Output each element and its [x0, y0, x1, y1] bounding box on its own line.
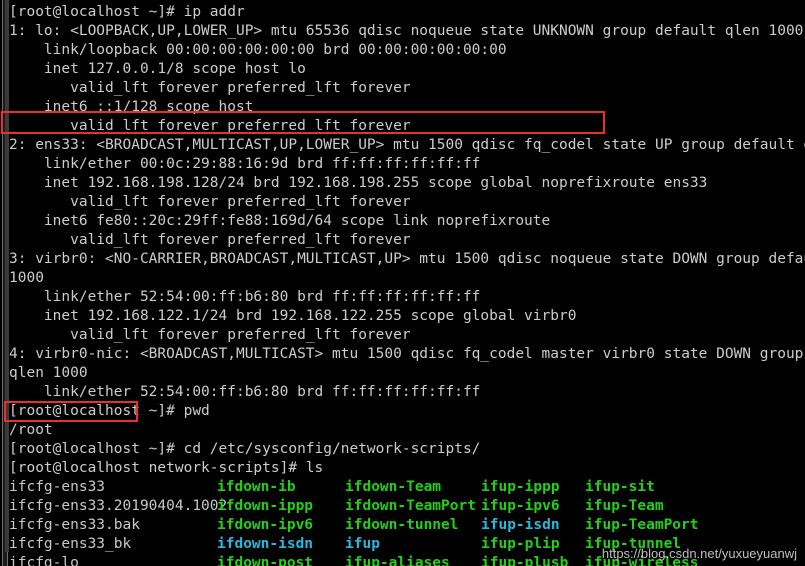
ls-entry: ifdown-TeamPort — [345, 498, 476, 514]
terminal-line: link/loopback 00:00:00:00:00:00 brd 00:0… — [9, 42, 507, 58]
ls-entry: ifup-isdn — [481, 517, 560, 533]
ls-entry: ifdown-ippp — [217, 498, 314, 514]
terminal-line: inet 192.168.198.128/24 brd 192.168.198.… — [9, 175, 708, 191]
scrollbar-track[interactable] — [2, 0, 9, 566]
terminal-line: inet6 fe80::20c:29ff:fe88:169d/64 scope … — [9, 213, 551, 229]
terminal-line: inet 127.0.0.1/8 scope host lo — [9, 61, 306, 77]
terminal-line: valid_lft forever preferred_lft forever — [9, 327, 411, 343]
ls-entry: ifcfg-lo — [9, 555, 79, 566]
terminal-scrollbar[interactable] — [0, 0, 9, 566]
ls-row: ifcfg-ens33.bak ifdown-ipv6 ifdown-tunnel i… — [9, 516, 805, 535]
ls-entry: ifup — [345, 536, 380, 552]
ls-entry: ifdown-ipv6 — [217, 517, 314, 533]
watermark-url: https://blog.csdn.net/yuxueyuanwj — [601, 546, 797, 561]
ls-entry: ifup-plip — [481, 536, 560, 552]
ls-row: ifcfg-ens33.20190404.1002 ifdown-ippp ifdo… — [9, 497, 805, 516]
ls-row: ifcfg-ens33 ifdown-ib ifdown-Team ifup-ippp… — [9, 478, 805, 497]
terminal-line: [root@localhost network-scripts]# ls — [9, 460, 324, 476]
terminal-line: 4: virbr0-nic: <BROADCAST,MULTICAST> mtu… — [9, 346, 805, 362]
ls-entry: ifup-sit — [585, 479, 655, 495]
ls-entry: ifup-ippp — [481, 479, 560, 495]
terminal-window[interactable]: [root@localhost ~]# ip addr 1: lo: <LOOPB… — [0, 0, 805, 566]
terminal-line: inet 192.168.122.1/24 brd 192.168.122.25… — [9, 308, 577, 324]
terminal-line: inet6 ::1/128 scope host — [9, 99, 254, 115]
terminal-line: /root — [9, 422, 53, 438]
terminal-line: [root@localhost ~]# ip addr — [9, 4, 245, 20]
ls-entry: ifdown-isdn — [217, 536, 314, 552]
ls-entry: ifdown-tunnel — [345, 517, 459, 533]
ls-entry: ifcfg-ens33.bak — [9, 517, 140, 533]
terminal-line: valid_lft forever preferred_lft forever — [9, 194, 411, 210]
ls-entry: ifup-TeamPort — [585, 517, 699, 533]
terminal-line: 1: lo: <LOOPBACK,UP,LOWER_UP> mtu 65536 … — [9, 23, 804, 39]
ls-entry: ifcfg-ens33.20190404.1002 — [9, 498, 228, 514]
terminal-line: [root@localhost ~]# pwd — [9, 403, 210, 419]
terminal-line: link/ether 52:54:00:ff:b6:80 brd ff:ff:f… — [9, 384, 481, 400]
ls-entry: ifcfg-ens33 — [9, 479, 106, 495]
terminal-line: qlen 1000 — [9, 365, 88, 381]
terminal-line: link/ether 52:54:00:ff:b6:80 brd ff:ff:f… — [9, 289, 481, 305]
terminal-output: [root@localhost ~]# ip addr 1: lo: <LOOPB… — [9, 3, 805, 478]
ls-entry: ifdown-post — [217, 555, 314, 566]
ls-entry: ifup-aliases — [345, 555, 450, 566]
scrollbar-thumb[interactable] — [5, 0, 9, 552]
terminal-line: 1000 — [9, 270, 44, 286]
terminal-screen[interactable]: [root@localhost ~]# ip addr 1: lo: <LOOPB… — [9, 3, 805, 566]
ls-entry: ifup-plusb — [481, 555, 569, 566]
ls-entry: ifdown-Team — [345, 479, 442, 495]
terminal-line: valid_lft forever preferred_lft forever — [9, 80, 411, 96]
terminal-line: link/ether 00:0c:29:88:16:9d brd ff:ff:f… — [9, 156, 481, 172]
ls-entry: ifcfg-ens33_bk — [9, 536, 132, 552]
terminal-line: valid_lft forever preferred_lft forever — [9, 118, 411, 134]
terminal-line: [root@localhost ~]# cd /etc/sysconfig/ne… — [9, 441, 481, 457]
terminal-line: 3: virbr0: <NO-CARRIER,BROADCAST,MULTICA… — [9, 251, 805, 267]
ls-entry: ifdown-ib — [217, 479, 296, 495]
terminal-line: 2: ens33: <BROADCAST,MULTICAST,UP,LOWER_… — [9, 137, 805, 153]
terminal-line: valid_lft forever preferred_lft forever — [9, 232, 411, 248]
ls-entry: ifup-ipv6 — [481, 498, 560, 514]
ls-entry: ifup-Team — [585, 498, 664, 514]
